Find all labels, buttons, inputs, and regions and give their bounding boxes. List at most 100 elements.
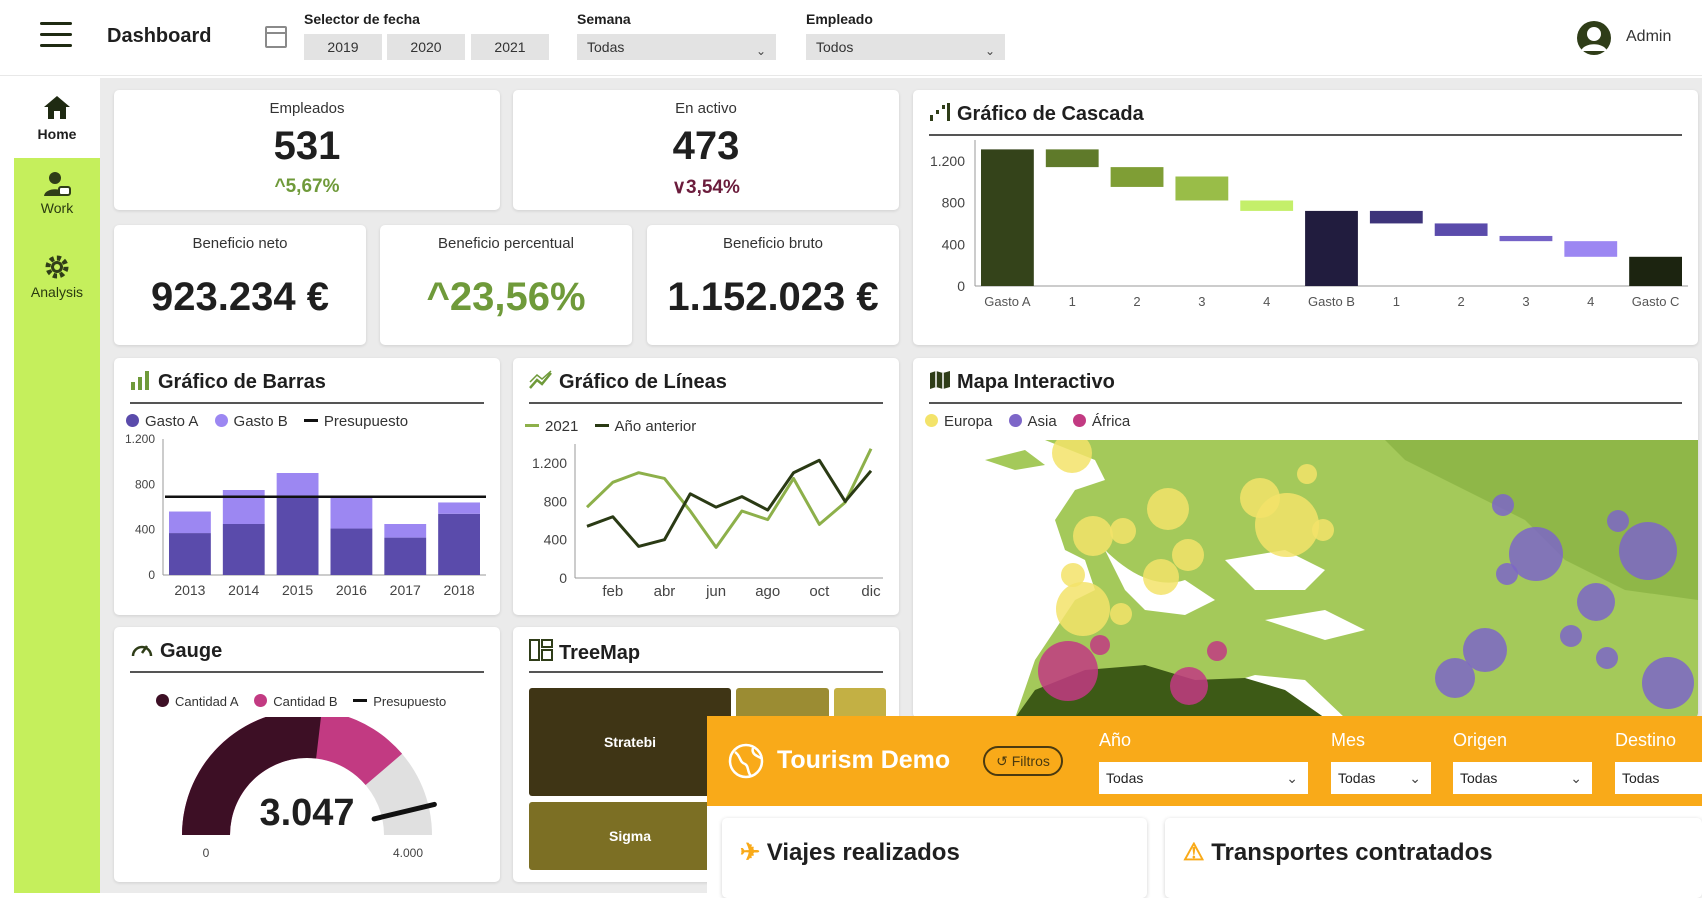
calendar-icon (265, 26, 287, 48)
viajes-card: ✈ Viajes realizados (722, 818, 1147, 898)
date-selector-label: Selector de fecha (304, 11, 420, 27)
waterfall-bar (1629, 256, 1682, 286)
legend-item[interactable]: Cantidad B (254, 694, 338, 709)
week-select[interactable]: Todas ⌄ (577, 34, 776, 60)
x-tick-label: 2 (1133, 294, 1140, 309)
kpi-beneficio-bruto: Beneficio bruto 1.152.023 € (647, 225, 899, 345)
y-tick-label: 0 (148, 568, 155, 582)
y-tick-label: 0 (957, 278, 965, 294)
divider (130, 671, 484, 673)
kpi-title: Beneficio neto (192, 235, 288, 252)
sidebar-item-label: Analysis (30, 284, 84, 300)
waterfall-bar (1045, 149, 1099, 168)
treemap-tile[interactable]: Stratebi (529, 688, 731, 796)
tourism-header: Tourism Demo ↺ Filtros Año Todas ⌄ Mes To… (707, 716, 1702, 806)
sidebar-item-analysis[interactable]: Analysis (14, 244, 100, 324)
page-title: Dashboard (107, 25, 212, 47)
gauge-chart: 3.047 0 4.000 (182, 717, 437, 860)
bar-gasto-b (222, 490, 265, 524)
kpi-delta: ^5,67% (274, 176, 340, 197)
gauge-max-label: 4.000 (393, 846, 423, 860)
x-tick-label: 3 (1198, 294, 1205, 309)
kpi-value: 1.152.023 € (667, 275, 879, 319)
sidebar-item-home[interactable]: Home (14, 78, 100, 158)
legend-item[interactable]: Año anterior (594, 418, 696, 435)
top-bar: Dashboard Selector de fecha 2019 2020 20… (0, 0, 1702, 76)
divider (929, 402, 1682, 404)
treemap-tile[interactable]: Sigma (529, 802, 731, 870)
year-button-2020[interactable]: 2020 (387, 34, 465, 60)
legend-item[interactable]: Europa (925, 413, 992, 430)
avatar[interactable] (1574, 20, 1614, 56)
legend-item[interactable]: Asia (1008, 413, 1057, 430)
sidebar-item-work[interactable]: Work (14, 162, 100, 242)
week-label: Semana (577, 11, 631, 27)
divider (130, 402, 484, 404)
legend-item[interactable]: África (1072, 413, 1130, 430)
gauge-legend: Cantidad A Cantidad B Presupuesto (156, 694, 458, 709)
card-title: ✈ Viajes realizados (740, 839, 960, 866)
reset-icon: ↺ (996, 753, 1012, 769)
y-tick-label: 400 (135, 523, 155, 537)
x-tick-label: 2013 (174, 582, 205, 598)
week-select-value: Todas (587, 39, 625, 55)
interactive-map[interactable] (925, 440, 1698, 718)
x-tick-label: 2 (1458, 294, 1465, 309)
kpi-delta: ∨3,54% (672, 177, 740, 198)
y-tick-label: 400 (942, 236, 966, 252)
kpi-title: En activo (675, 100, 737, 117)
year-button-2021[interactable]: 2021 (471, 34, 549, 60)
legend-item[interactable]: Gasto B (214, 413, 288, 430)
filter-label-destino: Destino (1615, 730, 1677, 750)
x-tick-label: 2016 (336, 582, 367, 598)
filter-select-mes[interactable]: Todas ⌄ (1331, 762, 1431, 794)
employee-select[interactable]: Todos ⌄ (806, 34, 1005, 60)
chevron-down-icon: ⌄ (984, 44, 995, 58)
legend-item[interactable]: 2021 (525, 418, 578, 435)
x-tick-label: feb (602, 583, 623, 600)
legend-item[interactable]: Cantidad A (156, 694, 239, 709)
bar-gasto-a (384, 537, 427, 575)
treemap-tile-label: Sigma (608, 828, 651, 844)
arrow-up-icon: ^ (426, 275, 450, 319)
cascade-chart-card: Gráfico de Cascada 1.200 800 400 0 Gasto A 1 2… (913, 90, 1698, 345)
card-title: TreeMap (529, 639, 640, 665)
filter-select-anio[interactable]: Todas ⌄ (1099, 762, 1308, 794)
transportes-card: ⚠ Transportes contratados (1165, 818, 1702, 898)
x-tick-label: 2018 (444, 582, 475, 598)
chevron-down-icon: ⌄ (1570, 770, 1582, 786)
legend-item[interactable]: Presupuesto (303, 413, 408, 430)
waterfall-icon (930, 103, 950, 121)
map-icon (930, 371, 950, 389)
year-button-2019[interactable]: 2019 (304, 34, 382, 60)
waterfall-bar (1434, 223, 1488, 236)
filter-select-origen[interactable]: Todas ⌄ (1453, 762, 1592, 794)
kpi-beneficio-neto: Beneficio neto 923.234 € (114, 225, 366, 345)
bar-gasto-a (438, 513, 480, 575)
kpi-title: Beneficio bruto (722, 235, 824, 252)
card-title: ⚠ Transportes contratados (1183, 839, 1493, 866)
bar-gasto-b (330, 496, 373, 529)
y-tick-label: 400 (544, 532, 568, 548)
bar-gasto-a (169, 533, 211, 575)
divider (529, 671, 883, 673)
bar-gasto-a (222, 524, 265, 575)
legend-item[interactable]: Presupuesto (353, 694, 446, 709)
bar-gasto-a (276, 495, 319, 575)
filters-button[interactable]: ↺ Filtros (983, 746, 1063, 776)
speedometer-icon (131, 645, 153, 657)
x-tick-label: dic (861, 583, 881, 600)
waterfall-bar (1240, 200, 1294, 211)
bar-chart-icon (131, 371, 149, 390)
filter-select-destino[interactable]: Todas (1615, 762, 1702, 794)
x-tick-label: Gasto A (984, 294, 1031, 309)
map-card: Mapa Interactivo Europa Asia África (913, 358, 1698, 718)
card-title: Gráfico de Cascada (929, 102, 1144, 126)
menu-icon[interactable] (40, 22, 72, 48)
bar-chart-legend: Gasto A Gasto B Presupuesto (126, 413, 420, 430)
legend-item[interactable]: Gasto A (126, 413, 198, 430)
map-legend: Europa Asia África (925, 413, 1142, 430)
x-tick-label: 2014 (228, 582, 259, 598)
user-name[interactable]: Admin (1626, 28, 1671, 46)
kpi-title: Empleados (269, 100, 345, 117)
